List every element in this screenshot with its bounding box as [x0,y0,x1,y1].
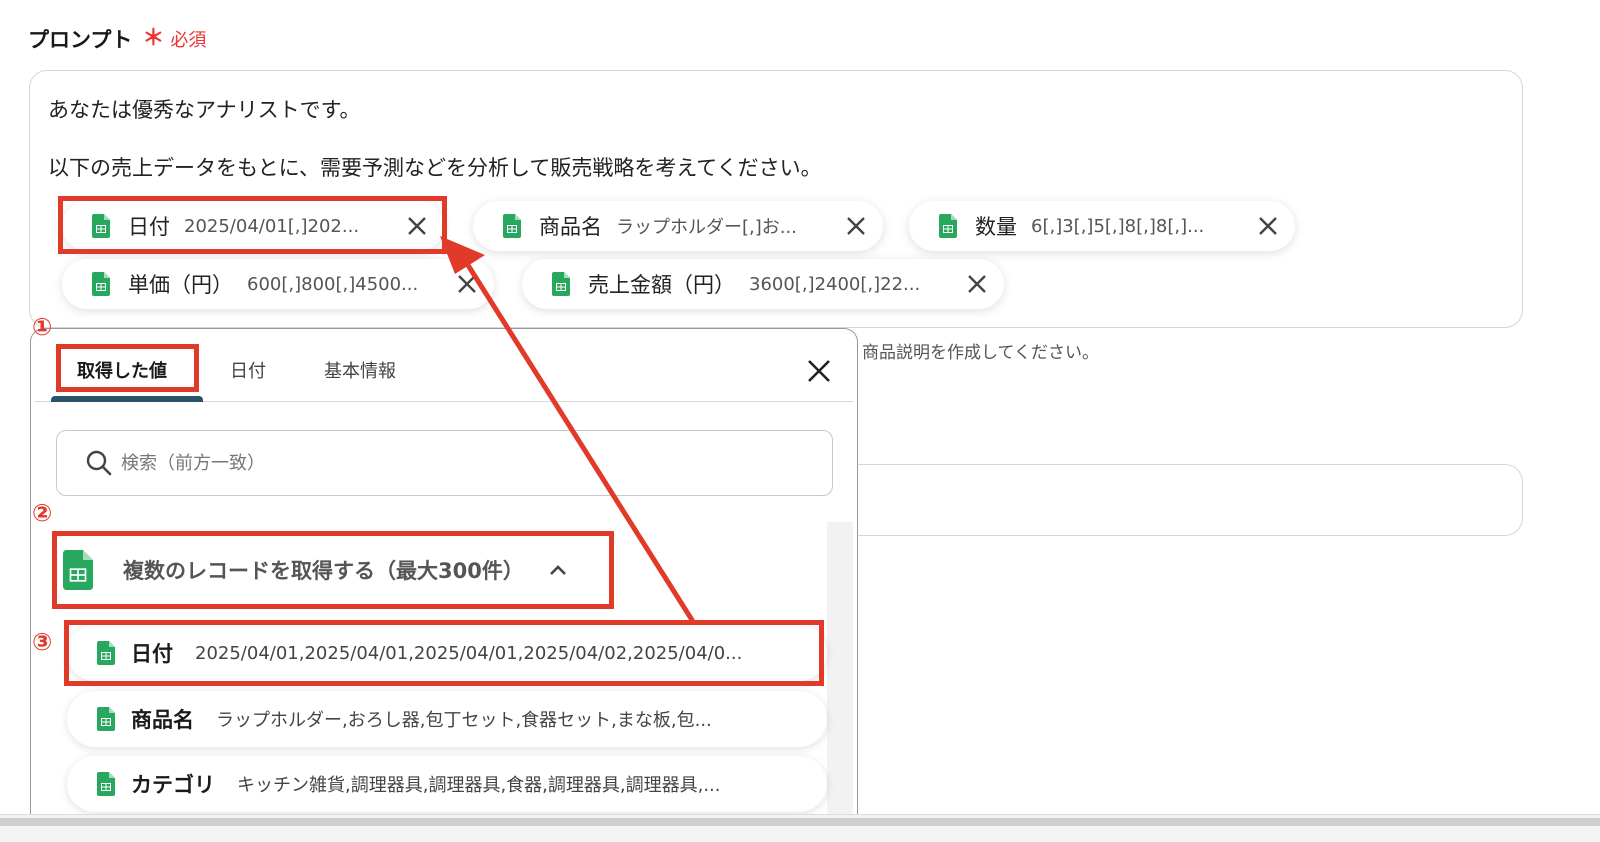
item-value: ラップホルダー,おろし器,包丁セット,食器セット,まな板,包... [216,710,712,731]
hint-text: 商品説明を作成してください。 [862,343,1099,363]
item-value: 2025/04/01,2025/04/01,2025/04/01,2025/04… [195,642,743,664]
tab-basic-info[interactable]: 基本情報 [324,357,396,383]
bottom-scrollbar[interactable] [0,818,1600,826]
chip-sales-amount[interactable]: 売上金額（円） 3600[,]2400[,]22... [522,259,1004,309]
close-icon[interactable] [456,273,478,295]
close-icon[interactable] [1257,215,1279,237]
google-sheets-icon [503,214,521,238]
prompt-field-label: プロンプト ＊ 必須 [28,24,206,54]
google-sheets-icon [63,550,93,590]
google-sheets-icon [92,214,110,238]
close-icon [808,360,830,382]
group-title: 複数のレコードを取得する（最大300件） [123,559,524,583]
chip-label: 日付 [128,215,170,239]
item-value: キッチン雑貨,調理器具,調理器具,食器,調理器具,調理器具,... [237,775,721,796]
prompt-line-2: 以下の売上データをもとに、需要予測などを分析して販売戦略を考えてください。 [48,156,822,180]
close-icon[interactable] [966,273,988,295]
chip-value: 600[,]800[,]4500... [247,273,419,295]
google-sheets-icon [97,641,115,665]
chip-value: 2025/04/01[,]202... [184,215,360,237]
record-group-header[interactable]: 複数のレコードを取得する（最大300件） [63,539,603,601]
scrollbar-track[interactable] [827,522,853,842]
field-label: プロンプト [28,28,133,52]
list-item-date[interactable]: 日付 2025/04/01,2025/04/01,2025/04/01,2025… [67,625,827,681]
required-star: ＊ [142,26,165,51]
annotation-number-3: ③ [32,628,53,656]
annotation-number-1: ① [32,313,53,341]
chip-label: 商品名 [539,215,602,239]
google-sheets-icon [939,214,957,238]
chip-label: 数量 [975,215,1017,239]
chip-quantity[interactable]: 数量 6[,]3[,]5[,]8[,]8[,]... [909,201,1295,251]
close-panel-button[interactable] [801,353,837,389]
chip-value: ラップホルダー[,]お... [616,217,797,238]
active-tab-indicator [51,396,203,402]
google-sheets-icon [97,772,115,796]
close-icon[interactable] [406,215,428,237]
chip-unit-price[interactable]: 単価（円） 600[,]800[,]4500... [62,259,494,309]
prompt-line-1: あなたは優秀なアナリストです。 [48,98,361,122]
second-input-field[interactable] [850,464,1523,536]
tab-date[interactable]: 日付 [230,357,266,383]
chevron-up-icon [549,565,566,575]
required-label: 必須 [170,30,207,51]
search-icon [86,450,112,476]
chip-label: 売上金額（円） [588,273,735,297]
chip-date[interactable]: 日付 2025/04/01[,]202... [62,201,444,251]
google-sheets-icon [552,272,570,296]
item-label: 日付 [131,642,173,666]
google-sheets-icon [92,272,110,296]
chip-value: 6[,]3[,]5[,]8[,]8[,]... [1031,215,1205,237]
chip-label: 単価（円） [128,273,233,297]
google-sheets-icon [97,707,115,731]
tab-fetched-values[interactable]: 取得した値 [77,357,167,383]
close-icon[interactable] [845,215,867,237]
chip-product-name[interactable]: 商品名 ラップホルダー[,]お... [473,201,883,251]
chip-value: 3600[,]2400[,]22... [749,273,921,295]
annotation-number-2: ② [32,499,53,527]
list-item-category[interactable]: カテゴリ キッチン雑貨,調理器具,調理器具,食器,調理器具,調理器具,... [67,756,827,812]
variable-picker-panel: 取得した値 日付 基本情報 複数のレコードを取得する（最大300件） 日付 20… [30,328,858,842]
item-label: 商品名 [131,708,194,732]
item-label: カテゴリ [131,773,215,797]
list-item-product-name[interactable]: 商品名 ラップホルダー,おろし器,包丁セット,食器セット,まな板,包... [67,691,827,747]
search-box[interactable] [56,430,833,496]
search-input[interactable] [121,452,721,474]
